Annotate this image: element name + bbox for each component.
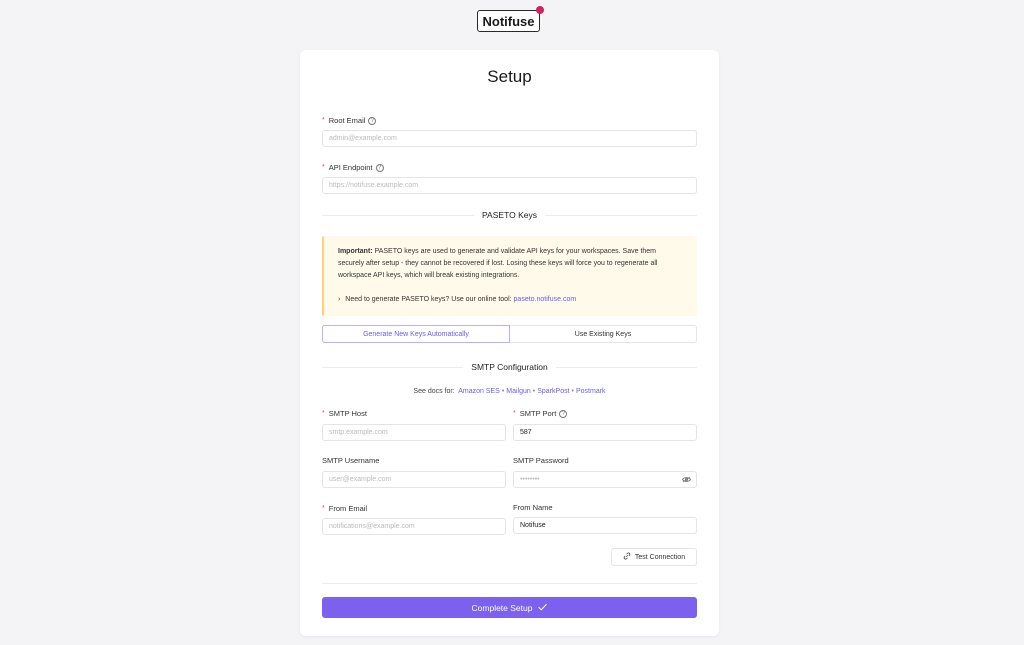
smtp-port-value: 587 [520, 429, 532, 436]
docs-prefix: See docs for: [413, 388, 455, 395]
smtp-port-label: * SMTP Port ? [513, 409, 568, 418]
from-email-placeholder: notifications@example.com [329, 523, 415, 530]
smtp-username-label: SMTP Username [322, 456, 379, 465]
help-circle-icon[interactable]: ? [368, 116, 377, 125]
bullet-icon: › [338, 296, 341, 303]
smtp-password-placeholder: •••••••• [520, 476, 540, 483]
root-email-label: * Root Email ? [322, 116, 377, 125]
smtp-section-title-text: SMTP Configuration [463, 362, 556, 372]
api-endpoint-placeholder: https://notifuse.example.com [329, 182, 419, 189]
test-connection-button[interactable]: Test Connection [611, 548, 697, 566]
required-marker: * [322, 164, 325, 171]
paseto-tool-link[interactable]: paseto.notifuse.com [514, 296, 577, 303]
docs-link-postmark[interactable]: Postmark [576, 388, 606, 395]
generate-keys-option[interactable]: Generate New Keys Automatically [322, 325, 510, 343]
existing-keys-option[interactable]: Use Existing Keys [510, 325, 697, 343]
smtp-docs-line: See docs for: Amazon SES • Mailgun • SparkPo… [413, 388, 606, 395]
page-title: Setup [487, 67, 532, 86]
tool-text: Need to generate PASETO keys? Use our on… [345, 296, 512, 303]
from-name-input[interactable]: Notifuse [513, 517, 697, 534]
complete-setup-label: Complete Setup [471, 602, 533, 613]
test-connection-label: Test Connection [634, 553, 686, 561]
smtp-host-label: * SMTP Host [322, 409, 367, 418]
notifuse-logo: Notifuse [477, 6, 544, 32]
link-icon [623, 552, 631, 562]
smtp-host-placeholder: smtp.example.com [329, 429, 388, 436]
help-circle-icon[interactable]: ? [559, 409, 568, 418]
smtp-username-label-text: SMTP Username [322, 456, 380, 465]
from-name-label-text: From Name [513, 503, 553, 512]
root-email-placeholder: admin@example.com [329, 135, 397, 142]
smtp-port-label-text: SMTP Port [519, 409, 557, 418]
required-marker: * [322, 117, 325, 124]
required-marker: * [322, 410, 325, 417]
check-icon [538, 603, 548, 613]
help-circle-icon[interactable]: ? [375, 163, 384, 172]
logo-text: Notifuse [482, 13, 535, 29]
smtp-username-input[interactable]: user@example.com [322, 471, 506, 488]
root-email-input[interactable]: admin@example.com [322, 130, 697, 147]
smtp-host-input[interactable]: smtp.example.com [322, 424, 506, 441]
smtp-password-label-text: SMTP Password [513, 456, 569, 465]
paseto-warning-box: Important: PASETO keys are used to gener… [322, 236, 697, 316]
from-email-label-text: From Email [328, 504, 368, 513]
docs-link-sparkpost[interactable]: SparkPost [537, 388, 569, 395]
smtp-section-title: SMTP Configuration [300, 362, 719, 372]
complete-setup-button[interactable]: Complete Setup [322, 597, 697, 618]
from-name-label: From Name [513, 503, 553, 512]
from-email-label: * From Email [322, 504, 367, 513]
bottom-divider [322, 583, 697, 584]
required-marker: * [513, 410, 516, 417]
logo-dot [536, 6, 544, 14]
paseto-section-title: PASETO Keys [300, 210, 719, 220]
smtp-password-input[interactable]: •••••••• [513, 471, 697, 488]
docs-link-amazon-ses[interactable]: Amazon SES [458, 388, 500, 395]
warning-text: PASETO keys are used to generate and val… [338, 248, 658, 279]
docs-link-mailgun[interactable]: Mailgun [506, 388, 531, 395]
smtp-username-placeholder: user@example.com [329, 476, 392, 483]
api-endpoint-input[interactable]: https://notifuse.example.com [322, 177, 697, 194]
smtp-host-label-text: SMTP Host [328, 409, 367, 418]
smtp-port-input[interactable]: 587 [513, 424, 697, 441]
from-name-value: Notifuse [520, 522, 546, 529]
required-marker: * [322, 505, 325, 512]
warning-bold: Important: [338, 248, 373, 255]
paseto-tool-line: › Need to generate PASETO keys? Use our … [338, 294, 576, 306]
setup-card: Setup * Root Email ? admin@example.com *… [300, 50, 719, 636]
paseto-mode-toggle: Generate New Keys Automatically Use Exis… [322, 325, 697, 343]
api-endpoint-label-text: API Endpoint [328, 163, 373, 172]
root-email-label-text: Root Email [328, 116, 366, 125]
paseto-section-title-text: PASETO Keys [474, 210, 545, 220]
from-email-input[interactable]: notifications@example.com [322, 518, 506, 535]
api-endpoint-label: * API Endpoint ? [322, 163, 384, 172]
smtp-password-label: SMTP Password [513, 456, 569, 465]
eye-icon[interactable] [682, 476, 691, 485]
